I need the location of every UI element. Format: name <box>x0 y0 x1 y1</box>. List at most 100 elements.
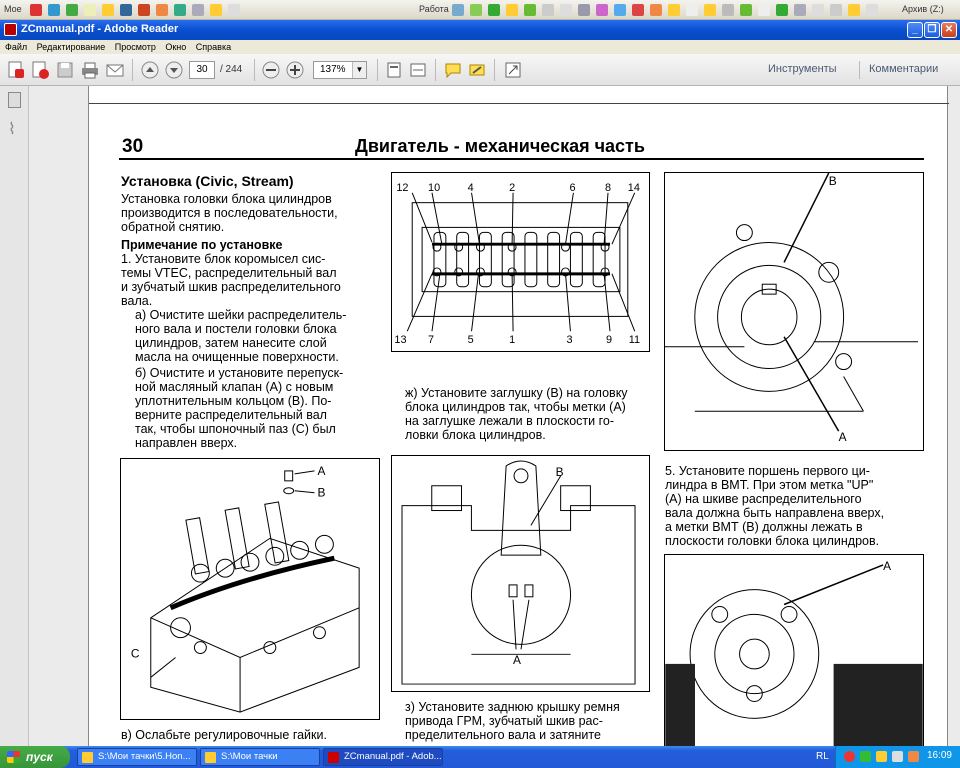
app-icon[interactable] <box>228 4 240 16</box>
step-line: вала должна быть направлена вверх, <box>665 506 885 520</box>
fit-page-icon[interactable] <box>384 60 404 80</box>
app-icon[interactable] <box>758 4 770 16</box>
folder-icon[interactable] <box>704 4 716 16</box>
app-icon[interactable] <box>174 4 186 16</box>
app-icon[interactable] <box>30 4 42 16</box>
share-pdf-icon[interactable] <box>30 60 50 80</box>
browser-icon[interactable] <box>156 4 168 16</box>
menu-view[interactable]: Просмотр <box>115 40 156 54</box>
taskbar-item-folder[interactable]: S:\Мои тачки <box>200 748 320 766</box>
tray-icon[interactable] <box>876 751 887 762</box>
figure-label-a: A <box>839 430 847 444</box>
menu-file[interactable]: Файл <box>5 40 27 54</box>
folder-icon[interactable] <box>848 4 860 16</box>
bolt-number: 4 <box>468 182 474 194</box>
app-icon[interactable] <box>722 4 734 16</box>
zoom-select[interactable]: 137% ▼ <box>313 61 367 79</box>
minimize-button[interactable]: _ <box>907 22 923 38</box>
app-icon[interactable] <box>192 4 204 16</box>
language-indicator[interactable]: RL <box>816 751 829 762</box>
chevron-down-icon[interactable]: ▼ <box>352 62 366 78</box>
page-number-input[interactable]: 30 <box>189 61 215 79</box>
navigation-pane: ⌇ <box>0 86 29 746</box>
email-icon[interactable] <box>105 60 125 80</box>
attachment-icon[interactable]: ⌇ <box>8 122 21 138</box>
folder-icon[interactable] <box>102 4 114 16</box>
figure-bolt-sequence: 12 10 4 2 6 8 14 13 7 5 1 3 9 11 <box>391 172 650 352</box>
window-title: ZCmanual.pdf - Adobe Reader <box>21 23 179 35</box>
pages-icon[interactable] <box>8 92 21 108</box>
folder-icon[interactable] <box>506 4 518 16</box>
figure-caption: пределительного вала и затяните <box>405 728 601 742</box>
app-icon[interactable] <box>48 4 60 16</box>
app-icon[interactable] <box>866 4 878 16</box>
volume-icon[interactable] <box>892 751 903 762</box>
figure-caption: ж) Установите заглушку (В) на головку <box>405 386 628 400</box>
fit-width-icon[interactable] <box>408 60 428 80</box>
app-icon[interactable] <box>830 4 842 16</box>
app-icon[interactable] <box>776 4 788 16</box>
step-line: направлен вверх. <box>135 436 238 450</box>
next-page-icon[interactable] <box>164 60 184 80</box>
step-line: ной масляный клапан (А) с новым <box>135 380 334 394</box>
app-icon[interactable] <box>740 4 752 16</box>
app-icon[interactable] <box>632 4 644 16</box>
app-icon[interactable] <box>596 4 608 16</box>
app-icon[interactable] <box>488 4 500 16</box>
browser-icon[interactable] <box>650 4 662 16</box>
comments-link[interactable]: Комментарии <box>869 63 938 75</box>
app-icon[interactable] <box>686 4 698 16</box>
step-line: линдра в ВМТ. При этом метка "UP" <box>665 478 874 492</box>
taskbar-item-adobe-reader[interactable]: ZCmanual.pdf - Adob... <box>323 748 443 766</box>
quick-launch-label: Мое <box>4 4 22 14</box>
tray-icon[interactable] <box>844 751 855 762</box>
folder-icon[interactable] <box>668 4 680 16</box>
tools-link[interactable]: Инструменты <box>768 63 837 75</box>
highlight-icon[interactable] <box>467 60 487 80</box>
create-pdf-icon[interactable] <box>6 60 26 80</box>
document-viewer[interactable]: 30 Двигатель - механическая часть Устано… <box>29 86 960 746</box>
app-icon[interactable] <box>452 4 464 16</box>
step-line: так, чтобы шпоночный паз (С) был <box>135 422 336 436</box>
step-line: цилиндров, затем нанесите слой <box>135 336 327 350</box>
print-icon[interactable] <box>80 60 100 80</box>
tray-icon[interactable] <box>860 751 871 762</box>
app-icon[interactable] <box>560 4 572 16</box>
app-icon[interactable] <box>66 4 78 16</box>
app-icon[interactable] <box>120 4 132 16</box>
app-icon[interactable] <box>614 4 626 16</box>
taskbar-item-explorer[interactable]: S:\Мои тачки\5.Hon... <box>77 748 197 766</box>
step-line: а метки ВМТ (В) должны лежать в <box>665 520 863 534</box>
figure-label-b: B <box>829 174 837 188</box>
close-button[interactable]: ✕ <box>941 22 957 38</box>
quick-launch-label: Архив (Z:) <box>902 4 944 14</box>
app-icon[interactable] <box>542 4 554 16</box>
comment-icon[interactable] <box>443 60 463 80</box>
folder-icon[interactable] <box>210 4 222 16</box>
menu-window[interactable]: Окно <box>165 40 186 54</box>
figure-tdc-pulley: B A <box>664 172 924 451</box>
app-icon[interactable] <box>812 4 824 16</box>
bolt-number: 5 <box>468 334 474 346</box>
folder-icon[interactable] <box>84 4 96 16</box>
app-icon[interactable] <box>578 4 590 16</box>
app-icon[interactable] <box>138 4 150 16</box>
app-icon[interactable] <box>470 4 482 16</box>
expand-icon[interactable] <box>503 60 523 80</box>
step-line: а) Очистите шейки распределитель- <box>135 308 347 322</box>
system-tray: 16:09 <box>835 746 960 768</box>
save-icon[interactable] <box>55 60 75 80</box>
app-icon[interactable] <box>794 4 806 16</box>
app-icon[interactable] <box>524 4 536 16</box>
figure-valve-head: A B C <box>120 458 380 720</box>
zoom-in-icon[interactable] <box>285 60 305 80</box>
zoom-out-icon[interactable] <box>261 60 281 80</box>
menu-edit[interactable]: Редактирование <box>37 40 106 54</box>
maximize-button[interactable]: ❐ <box>924 22 940 38</box>
previous-page-icon[interactable] <box>140 60 160 80</box>
start-button[interactable]: пуск <box>0 746 70 768</box>
tray-icon[interactable] <box>908 751 919 762</box>
menu-help[interactable]: Справка <box>196 40 231 54</box>
clock[interactable]: 16:09 <box>927 750 952 761</box>
figure-caption: на заглушке лежали в плоскости го- <box>405 414 614 428</box>
